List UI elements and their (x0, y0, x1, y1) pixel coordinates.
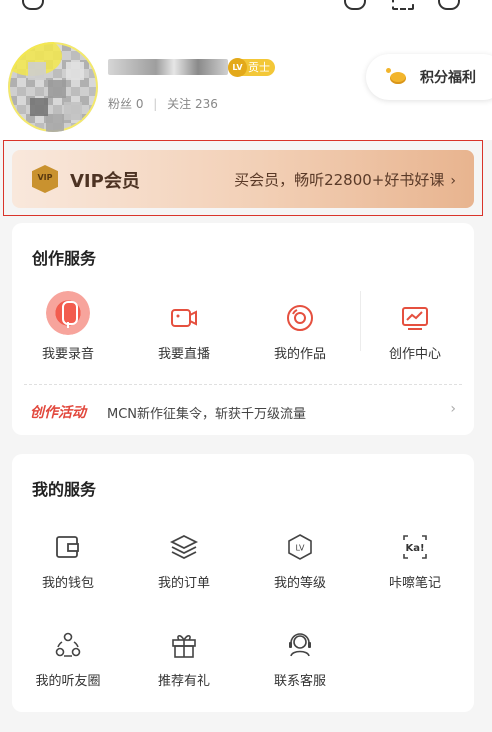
level-badge-label: 贡士 (248, 61, 270, 74)
layers-icon (169, 532, 199, 562)
svg-text:Ka!: Ka! (405, 543, 424, 554)
level-icon: LV (228, 58, 247, 77)
creation-services-card: 创作服务 我要录音 我要直播 我的作品 创作中心 创作活动 MCN新作征集令，斩… (12, 223, 474, 435)
chevron-right-icon: › (450, 173, 456, 189)
ka-note-icon: Ka! (400, 532, 430, 562)
profile-header: LV 贡士 粉丝 0 | 关注 236 积分福利 (0, 20, 492, 140)
vip-banner[interactable]: VIP VIP会员 买会员，畅听22800+好书好课 › (12, 150, 474, 208)
service-label: 我要直播 (157, 347, 210, 362)
vip-highlight-box: VIP VIP会员 买会员，畅听22800+好书好课 › (3, 140, 483, 216)
microphone-icon (46, 291, 90, 335)
vip-promo: 买会员，畅听22800+好书好课 › (234, 169, 456, 190)
chevron-right-icon[interactable]: › (450, 401, 456, 417)
message-icon[interactable] (22, 0, 44, 10)
fans-count[interactable]: 粉丝 0 (108, 97, 143, 111)
service-label: 咔嚓笔记 (388, 576, 441, 591)
profile-stats: 粉丝 0 | 关注 236 (108, 95, 218, 112)
headset-icon (285, 630, 315, 660)
scan-icon[interactable] (392, 0, 414, 10)
video-camera-icon (169, 303, 199, 333)
service-label: 创作中心 (388, 347, 441, 362)
headphones-icon[interactable] (344, 0, 366, 10)
service-label: 我的等级 (273, 576, 326, 591)
vip-icon-text: VIP (37, 173, 53, 182)
vip-icon: VIP (32, 165, 58, 193)
settings-icon[interactable] (438, 0, 460, 10)
stats-separator: | (153, 97, 158, 111)
service-label: 我要录音 (41, 347, 94, 362)
points-welfare-label: 积分福利 (420, 70, 476, 86)
level-badge[interactable]: LV 贡士 (228, 58, 275, 77)
vip-title: VIP会员 (70, 171, 140, 192)
creation-activity-tag: 创作活动 (30, 405, 86, 421)
my-services-title: 我的服务 (32, 480, 97, 499)
avatar[interactable] (8, 42, 98, 132)
vip-promo-text: 买会员，畅听22800+好书好课 (234, 171, 445, 189)
wallet-icon (53, 532, 83, 562)
follow-count[interactable]: 关注 236 (167, 97, 218, 111)
dashed-divider (24, 384, 462, 385)
service-label: 我的作品 (273, 347, 326, 362)
points-welfare-button[interactable]: 积分福利 (366, 54, 492, 100)
service-label: 我的订单 (157, 576, 210, 591)
chart-monitor-icon (400, 303, 430, 333)
service-label: 我的听友圈 (35, 674, 101, 689)
friends-circle-icon (53, 630, 83, 660)
level-badge-icon: LV (285, 532, 315, 562)
creation-services-title: 创作服务 (32, 249, 97, 268)
vertical-divider (360, 291, 361, 351)
coin-icon (386, 66, 408, 88)
service-label: 推荐有礼 (157, 674, 210, 689)
svg-text:LV: LV (295, 544, 305, 553)
disc-icon (285, 303, 315, 333)
creation-activity-link[interactable]: MCN新作征集令，斩获千万级流量 (107, 403, 306, 422)
username-blurred (108, 59, 228, 75)
gift-icon (169, 630, 199, 660)
service-label: 联系客服 (273, 674, 326, 689)
status-top-bar (0, 0, 492, 20)
my-services-card: 我的服务 我的钱包 我的订单 LV 我的等级 Ka! 咔嚓笔记 我的听友圈 推荐… (12, 454, 474, 712)
service-label: 我的钱包 (41, 576, 94, 591)
